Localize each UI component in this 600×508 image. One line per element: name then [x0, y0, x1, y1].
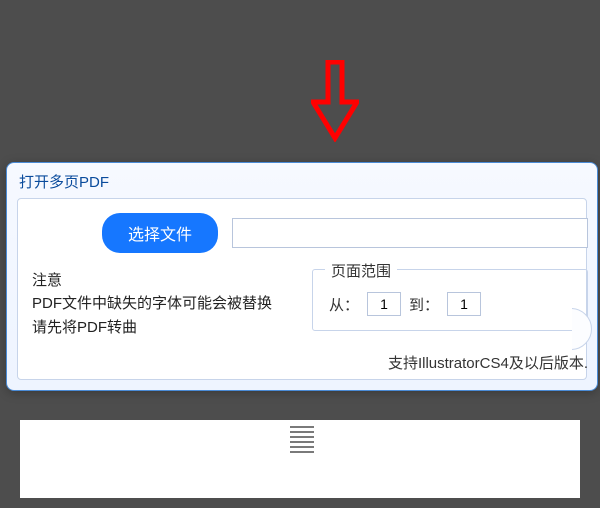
- notice-line: 请先将PDF转曲: [32, 316, 298, 339]
- dialog-body: 选择文件 注意 PDF文件中缺失的字体可能会被替换 请先将PDF转曲 页面范围 …: [17, 198, 587, 380]
- select-file-button[interactable]: 选择文件: [102, 213, 218, 253]
- from-label: 从：: [329, 294, 359, 315]
- open-multipage-pdf-dialog: 打开多页PDF 选择文件 注意 PDF文件中缺失的字体可能会被替换 请先将PDF…: [6, 162, 598, 391]
- to-label: 到：: [409, 294, 439, 315]
- page-to-input[interactable]: [447, 292, 481, 316]
- notice-line: PDF文件中缺失的字体可能会被替换: [32, 292, 298, 315]
- page-from-input[interactable]: [367, 292, 401, 316]
- dialog-title: 打开多页PDF: [7, 163, 597, 198]
- support-text: 支持IllustratorCS4及以后版本.: [388, 352, 588, 373]
- file-path-input[interactable]: [232, 218, 588, 248]
- document-icon: [290, 426, 314, 458]
- page-range-fieldset: 页面范围 从： 到：: [312, 269, 588, 331]
- notice-block: 注意 PDF文件中缺失的字体可能会被替换 请先将PDF转曲: [32, 269, 298, 339]
- notice-heading: 注意: [32, 269, 298, 292]
- page-range-legend: 页面范围: [325, 260, 397, 281]
